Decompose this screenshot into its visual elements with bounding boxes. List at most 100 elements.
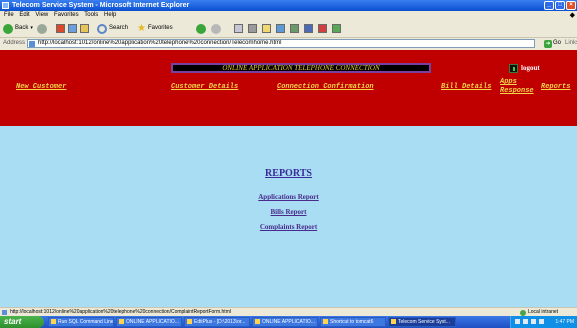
taskbar-button-label: Run SQL Command Line — [58, 319, 114, 325]
taskbar-button-telecom[interactable]: Telecom Service Syst... — [388, 317, 456, 327]
refresh-button[interactable] — [68, 23, 77, 34]
tray-icon[interactable] — [539, 319, 544, 324]
tray-icon[interactable] — [531, 319, 536, 324]
tray-icon[interactable] — [515, 319, 520, 324]
app-icon — [187, 319, 192, 324]
stop-button[interactable] — [56, 23, 65, 34]
discuss-icon — [276, 24, 285, 33]
logout-label: logout — [521, 64, 540, 72]
logout-link[interactable]: logout — [509, 63, 540, 73]
menu-bar: File Edit View Favorites Tools Help ◆ — [0, 11, 577, 20]
back-label: Back — [15, 25, 29, 31]
history-icon — [211, 23, 221, 34]
menu-tools[interactable]: Tools — [84, 11, 98, 20]
clock: 1:47 PM — [555, 319, 574, 325]
menu-edit[interactable]: Edit — [19, 11, 29, 20]
folder-icon — [255, 319, 260, 324]
nav-new-customer[interactable]: New Customer — [16, 83, 66, 91]
app-banner: ONLINE APPLICATION TELEPHONE CONNECTION — [171, 63, 431, 73]
taskbar-button-online-app-1[interactable]: ONLINE APPLICATIO... — [116, 317, 182, 327]
reports-section: REPORTS — [0, 168, 577, 179]
toolbar: Back ▾ Search ★ Favorites — [0, 20, 577, 38]
research-button[interactable] — [290, 23, 299, 34]
refresh-icon — [68, 24, 77, 33]
menu-favorites[interactable]: Favorites — [54, 11, 79, 20]
addon-icon — [318, 24, 327, 33]
messenger-button[interactable] — [304, 23, 313, 34]
go-button[interactable]: ➜ Go — [544, 39, 561, 48]
nav-customer-details[interactable]: Customer Details — [171, 83, 238, 91]
stop-icon — [56, 24, 65, 33]
taskbar-button-label: ONLINE APPLICATIO... — [262, 319, 315, 325]
menu-help[interactable]: Help — [104, 11, 116, 20]
forward-button[interactable] — [37, 23, 47, 34]
toolbar-extra-button[interactable] — [318, 23, 327, 34]
nav-connection-confirmation[interactable]: Connection Confirmation — [277, 83, 374, 91]
media-button[interactable] — [196, 23, 206, 34]
go-arrow-icon: ➜ — [544, 39, 552, 48]
menu-view[interactable]: View — [35, 11, 48, 20]
taskbar-button-label: ONLINE APPLICATIO... — [126, 319, 179, 325]
links-label[interactable]: Links — [565, 38, 577, 49]
chevron-down-icon: ▾ — [30, 25, 33, 31]
ie-icon — [2, 2, 9, 9]
discuss-button[interactable] — [276, 23, 285, 34]
page-content: ONLINE APPLICATION TELEPHONE CONNECTION … — [0, 50, 577, 307]
taskbar-button-sql[interactable]: Run SQL Command Line — [48, 317, 114, 327]
menu-file[interactable]: File — [4, 11, 14, 20]
system-tray: 1:47 PM — [510, 316, 577, 328]
maximize-button[interactable]: □ — [555, 1, 565, 10]
taskbar-button-online-app-2[interactable]: ONLINE APPLICATIO... — [252, 317, 318, 327]
research-icon — [290, 24, 299, 33]
page-header: ONLINE APPLICATION TELEPHONE CONNECTION … — [0, 50, 577, 126]
taskbar-button-editplus[interactable]: EditPlus - [D:\2013\or... — [184, 317, 250, 327]
reports-link-row-3: Complaints Report — [0, 216, 577, 234]
edit-button[interactable] — [262, 23, 271, 34]
print-icon — [248, 24, 257, 33]
go-label: Go — [553, 40, 562, 46]
search-icon — [97, 23, 107, 34]
address-url: http://localhost:1012/online%20applicati… — [38, 40, 282, 46]
app-icon — [119, 319, 124, 324]
forward-arrow-icon — [37, 23, 47, 34]
mail-button[interactable] — [234, 23, 243, 34]
folder-icon — [262, 24, 271, 33]
search-button[interactable]: Search — [97, 23, 128, 34]
print-button[interactable] — [248, 23, 257, 34]
complaints-report-link[interactable]: Complaints Report — [260, 223, 317, 231]
address-input[interactable]: http://localhost:1012/online%20applicati… — [27, 39, 535, 48]
favorites-label: Favorites — [147, 25, 173, 31]
window-title: Telecom Service System - Microsoft Inter… — [12, 2, 190, 9]
browser-window: Telecom Service System - Microsoft Inter… — [0, 0, 577, 328]
mail-icon — [234, 24, 243, 33]
home-button[interactable] — [80, 23, 89, 34]
addon-icon-2 — [332, 24, 341, 33]
messenger-icon — [304, 24, 313, 33]
home-icon — [80, 24, 89, 33]
toolbar-extra-button-2[interactable] — [332, 23, 341, 34]
history-button[interactable] — [211, 23, 221, 34]
tray-icon[interactable] — [523, 319, 528, 324]
taskbar-button-tomcat[interactable]: Shortcut to tomcat6 — [320, 317, 386, 327]
intranet-globe-icon — [520, 309, 526, 316]
status-page-icon — [2, 310, 7, 315]
back-arrow-icon — [3, 23, 13, 34]
nav-apps-response-line2[interactable]: Response — [500, 87, 534, 95]
taskbar-button-label: EditPlus - [D:\2013\or... — [194, 319, 246, 325]
nav-apps-response-line1[interactable]: Apps — [500, 78, 517, 86]
windows-flag-icon: ◆ — [569, 12, 575, 19]
nav-reports[interactable]: Reports — [541, 83, 570, 91]
start-button[interactable]: start — [0, 316, 44, 328]
favorites-button[interactable]: ★ Favorites — [137, 23, 173, 34]
applications-report-link[interactable]: Applications Report — [258, 193, 318, 201]
address-label: Address — [3, 40, 26, 46]
back-button[interactable]: Back ▾ — [3, 23, 33, 34]
close-button[interactable]: × — [566, 1, 576, 10]
bills-report-link[interactable]: Bills Report — [271, 208, 307, 216]
title-bar: Telecom Service System - Microsoft Inter… — [0, 0, 577, 11]
taskbar: start Run SQL Command Line ONLINE APPLIC… — [0, 316, 577, 328]
nav-bill-details[interactable]: Bill Details — [441, 83, 491, 91]
logout-door-icon — [509, 63, 518, 73]
address-bar: Address http://localhost:1012/online%20a… — [0, 38, 577, 49]
minimize-button[interactable]: _ — [544, 1, 554, 10]
